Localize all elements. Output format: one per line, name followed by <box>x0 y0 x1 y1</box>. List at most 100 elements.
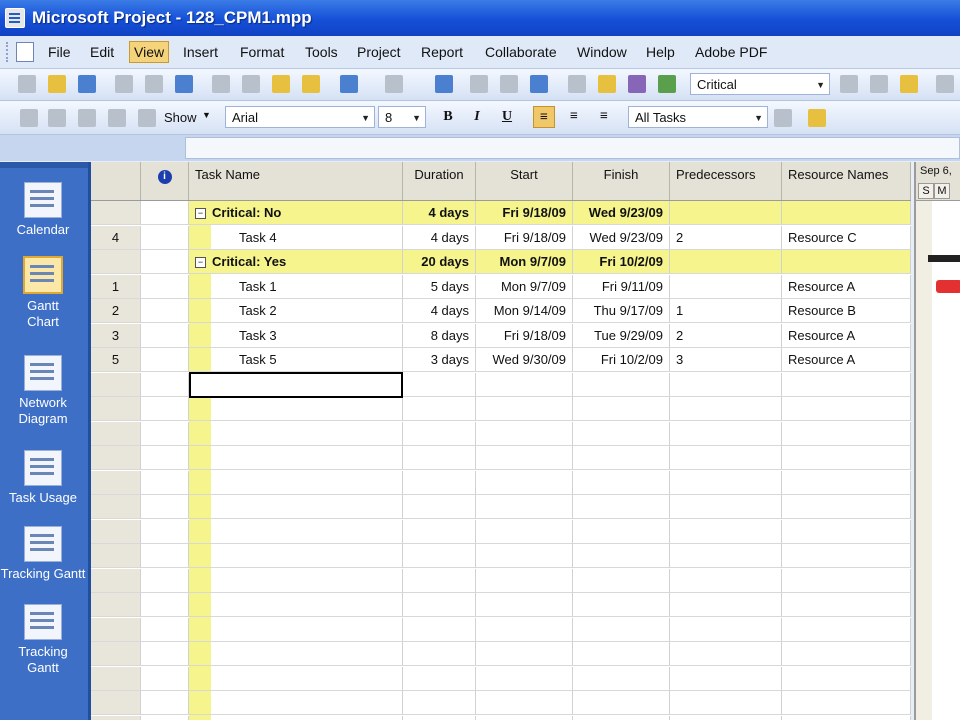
cell-id[interactable] <box>91 446 141 470</box>
cell-res[interactable] <box>782 495 911 519</box>
empty-row[interactable] <box>91 691 911 715</box>
cell-start[interactable] <box>476 519 573 544</box>
copy-icon[interactable] <box>242 75 260 93</box>
font-size-select[interactable]: 8 ▼ <box>378 106 426 128</box>
view-gantt-chart[interactable]: Gantt Chart <box>0 256 86 330</box>
cell-finish[interactable] <box>573 593 670 617</box>
menu-format[interactable]: Format <box>240 44 284 60</box>
empty-row[interactable] <box>91 666 911 691</box>
cell-name[interactable] <box>189 470 403 495</box>
split-task-icon[interactable] <box>530 75 548 93</box>
cell-finish[interactable]: Fri 10/2/09 <box>573 348 670 372</box>
hyperlink-icon[interactable] <box>435 75 453 93</box>
group-row[interactable]: − Critical: Yes 20 days Mon 9/7/09 Fri 10/2/… <box>91 250 911 274</box>
cell-res[interactable] <box>782 593 911 617</box>
cell-start[interactable] <box>476 397 573 421</box>
undo-icon[interactable] <box>340 75 358 93</box>
empty-row[interactable] <box>91 421 911 446</box>
cell-duration[interactable]: 4 days <box>403 225 476 250</box>
cell-duration[interactable]: 4 days <box>403 299 476 323</box>
cell-duration[interactable]: 5 days <box>403 274 476 299</box>
cell-pred[interactable] <box>670 470 782 495</box>
bold-button[interactable]: B <box>437 106 459 128</box>
cell-id[interactable]: 2 <box>91 299 141 323</box>
zoom-in-icon[interactable] <box>840 75 858 93</box>
unlink-tasks-icon[interactable] <box>500 75 518 93</box>
cell-start[interactable] <box>476 544 573 568</box>
cell-start[interactable]: Mon 9/14/09 <box>476 299 573 323</box>
cell-name[interactable]: Task 3 <box>189 323 403 348</box>
cell-duration[interactable]: 8 days <box>403 323 476 348</box>
cell-pred[interactable] <box>670 691 782 715</box>
view-task-usage[interactable]: Task Usage <box>0 450 86 506</box>
cell-pred[interactable] <box>670 446 782 470</box>
publish-icon[interactable] <box>658 75 676 93</box>
task-notes-icon[interactable] <box>598 75 616 93</box>
cell-duration[interactable] <box>403 617 476 642</box>
header-task-name[interactable]: Task Name <box>189 162 403 200</box>
link-tasks-icon[interactable] <box>470 75 488 93</box>
cell-res[interactable] <box>782 372 911 397</box>
cell-res[interactable] <box>782 544 911 568</box>
entry-field[interactable] <box>185 137 960 159</box>
cell-res[interactable]: Resource A <box>782 348 911 372</box>
cell-id[interactable] <box>91 421 141 446</box>
task-row[interactable]: 4 Task 44 days Fri 9/18/09 Wed 9/23/09 2 Reso… <box>91 225 911 250</box>
cell-res[interactable] <box>782 666 911 691</box>
cell-start[interactable]: Fri 9/18/09 <box>476 201 573 225</box>
header-duration[interactable]: Duration <box>403 162 476 200</box>
cell-id[interactable] <box>91 470 141 495</box>
empty-row[interactable] <box>91 495 911 519</box>
cell-pred[interactable]: 3 <box>670 348 782 372</box>
spelling-icon[interactable] <box>175 75 193 93</box>
cell-duration[interactable] <box>403 568 476 593</box>
cell-start[interactable]: Mon 9/7/09 <box>476 274 573 299</box>
cell-finish[interactable] <box>573 470 670 495</box>
cell-id[interactable] <box>91 666 141 691</box>
header-start[interactable]: Start <box>476 162 573 200</box>
cell-res[interactable]: Resource C <box>782 225 911 250</box>
cell-start[interactable] <box>476 642 573 666</box>
cell-pred[interactable] <box>670 617 782 642</box>
cell-start[interactable]: Fri 9/18/09 <box>476 225 573 250</box>
cell-pred[interactable] <box>670 201 782 225</box>
cell-duration[interactable] <box>403 642 476 666</box>
cell-pred[interactable] <box>670 666 782 691</box>
cell-start[interactable] <box>476 446 573 470</box>
cell-name[interactable] <box>189 544 403 568</box>
header-resource-names[interactable]: Resource Names <box>782 162 911 200</box>
cell-finish[interactable] <box>573 568 670 593</box>
align-left-button[interactable]: ≡ <box>533 106 555 128</box>
view-network-diagram[interactable]: Network Diagram <box>0 355 86 427</box>
cell-duration[interactable] <box>403 495 476 519</box>
cell-res[interactable] <box>782 519 911 544</box>
filter-select[interactable]: Critical ▼ <box>690 73 830 95</box>
view-bar-scroll-up[interactable] <box>0 162 88 168</box>
selected-cell[interactable] <box>189 372 403 398</box>
menu-report[interactable]: Report <box>421 44 463 60</box>
redo-icon[interactable] <box>385 75 403 93</box>
cell-id[interactable] <box>91 495 141 519</box>
cell-duration[interactable] <box>403 397 476 421</box>
show-dropdown[interactable]: Show <box>164 110 197 125</box>
show-outline-icon[interactable] <box>138 109 156 127</box>
menubar-grip[interactable] <box>6 42 11 62</box>
cell-id[interactable]: 5 <box>91 348 141 372</box>
cell-duration[interactable] <box>403 446 476 470</box>
project-app-icon[interactable] <box>5 8 25 28</box>
cell-finish[interactable] <box>573 372 670 397</box>
cell-res[interactable] <box>782 397 911 421</box>
empty-row[interactable] <box>91 470 911 495</box>
task-row[interactable]: 3 Task 38 days Fri 9/18/09 Tue 9/29/09 2 Reso… <box>91 323 911 348</box>
align-right-button[interactable]: ≡ <box>593 106 615 128</box>
scroll-to-task-icon[interactable] <box>900 75 918 93</box>
cell-res[interactable] <box>782 201 911 225</box>
collapse-icon[interactable]: − <box>195 257 206 269</box>
menu-edit[interactable]: Edit <box>90 44 114 60</box>
cell-pred[interactable] <box>670 274 782 299</box>
cell-duration[interactable] <box>403 666 476 691</box>
cell-finish[interactable] <box>573 397 670 421</box>
cell-res[interactable] <box>782 446 911 470</box>
cell-finish[interactable]: Wed 9/23/09 <box>573 201 670 225</box>
cell-id[interactable] <box>91 715 141 720</box>
